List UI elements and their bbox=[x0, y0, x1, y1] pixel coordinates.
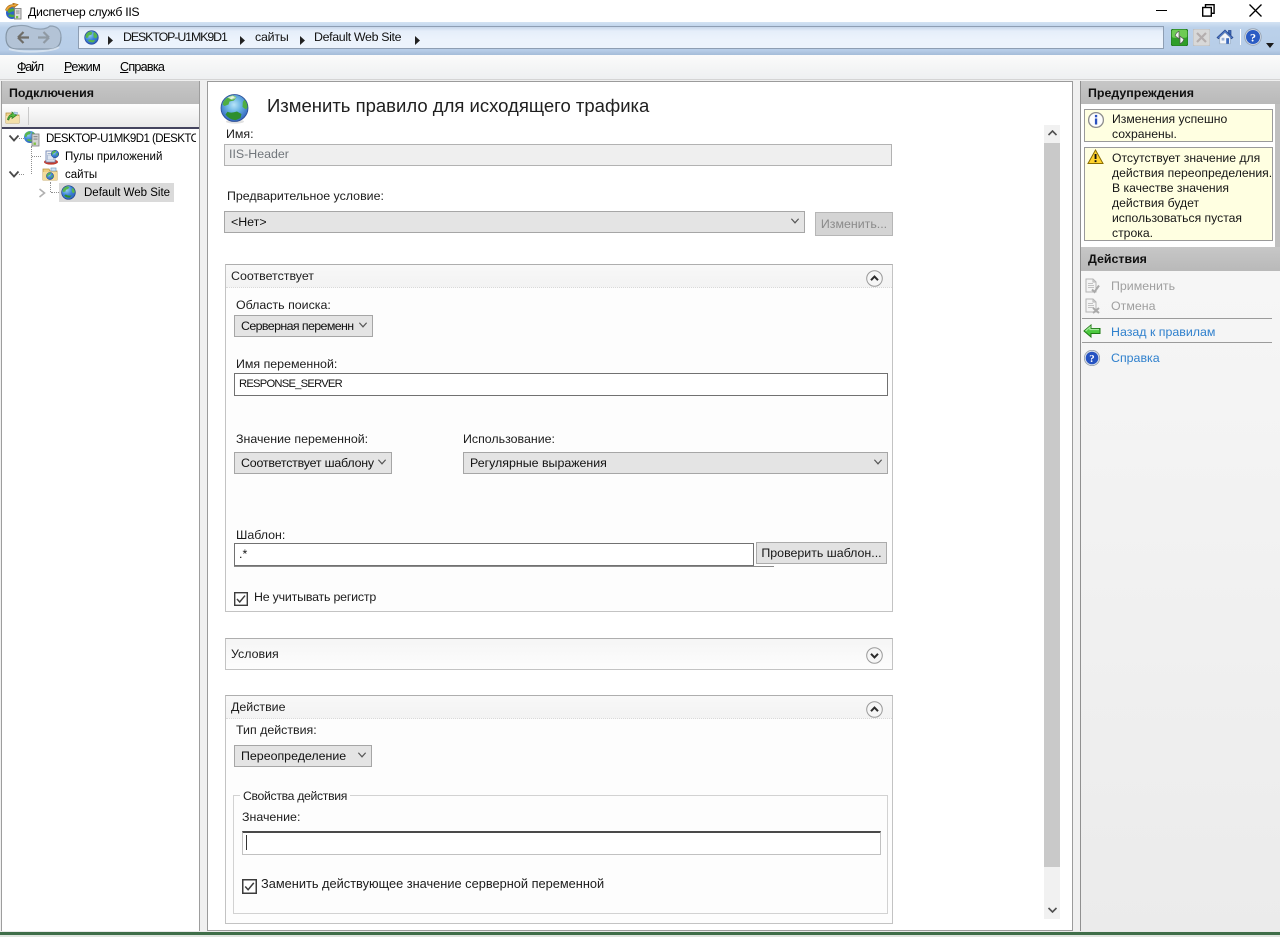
svg-text:?: ? bbox=[1250, 31, 1256, 45]
svg-text:?: ? bbox=[1089, 353, 1094, 365]
